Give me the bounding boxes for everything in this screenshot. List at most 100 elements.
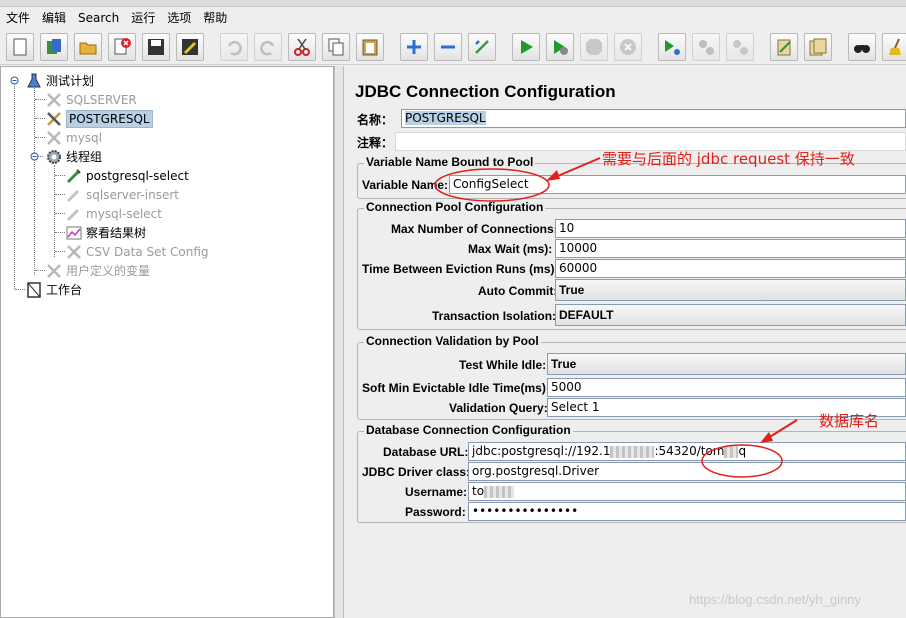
menu-options[interactable]: 选项 <box>161 7 197 29</box>
start-no-pauses-button[interactable] <box>546 33 574 61</box>
soft-min-idle-field[interactable]: 5000 <box>547 378 906 397</box>
menu-file[interactable]: 文件 <box>0 7 36 29</box>
stop-button[interactable] <box>580 33 608 61</box>
wrench-icon <box>65 243 83 261</box>
max-connections-field[interactable]: 10 <box>555 219 906 238</box>
tree-node-test-plan[interactable]: 测试计划 <box>25 71 94 90</box>
tree-node-label: 线程组 <box>66 150 103 164</box>
tree-node-label: SQLSERVER <box>66 92 137 107</box>
remote-start-icon <box>665 40 680 55</box>
tree-node-sqlserver-insert[interactable]: sqlserver-insert <box>65 185 179 204</box>
watermark: https://blog.csdn.net/yh_ginny <box>689 592 862 607</box>
menu-run[interactable]: 运行 <box>125 7 161 29</box>
max-wait-label: Max Wait (ms): <box>468 242 553 256</box>
tree-node-user-vars[interactable]: 用户定义的变量 <box>45 261 150 280</box>
paste-icon <box>362 39 378 56</box>
cut-button[interactable] <box>288 33 316 61</box>
database-url-field[interactable]: jdbc:postgresql://192.1:54320/tom q <box>468 442 906 461</box>
variable-name-label: Variable Name: <box>362 178 449 192</box>
save-as-icon <box>182 39 198 55</box>
paste-button[interactable] <box>356 33 384 61</box>
shutdown-button[interactable] <box>614 33 642 61</box>
eviction-runs-field[interactable]: 60000 <box>555 259 906 278</box>
tree-node-thread-group[interactable]: 线程组 <box>45 147 102 166</box>
menu-search[interactable]: Search <box>72 7 125 29</box>
toggle-icon <box>475 40 489 54</box>
username-field[interactable]: to <box>468 482 906 501</box>
tree-node-label: 用户定义的变量 <box>66 264 151 278</box>
graph-icon <box>65 224 83 242</box>
tree-node-mysql[interactable]: mysql <box>45 128 102 147</box>
remote-stop-icon <box>699 40 714 55</box>
clear-all-button[interactable] <box>804 33 832 61</box>
broom-icon <box>889 38 901 55</box>
search-button[interactable] <box>848 33 876 61</box>
tree-expand-handle[interactable] <box>30 152 39 161</box>
open-icon <box>79 42 97 55</box>
test-plan-tree[interactable]: 测试计划 SQLSERVER POSTGRESQL mysql 线程组 post… <box>0 66 334 618</box>
close-icon <box>114 38 131 55</box>
tree-node-label: postgresql-select <box>86 168 189 183</box>
variable-name-field[interactable]: ConfigSelect <box>449 175 906 194</box>
password-label: Password: <box>405 505 466 519</box>
redo-button[interactable] <box>254 33 282 61</box>
tree-node-result-tree[interactable]: 察看结果树 <box>65 223 146 242</box>
copy-button[interactable] <box>322 33 350 61</box>
shutdown-icon <box>620 39 636 55</box>
reset-search-button[interactable] <box>882 33 906 61</box>
tree-connector <box>35 137 45 138</box>
transaction-isolation-select[interactable]: DEFAULT <box>555 304 906 326</box>
test-while-idle-select[interactable]: True <box>547 353 906 375</box>
username-label: Username: <box>405 485 468 499</box>
save-as-button[interactable] <box>176 33 204 61</box>
tree-node-csv-config[interactable]: CSV Data Set Config <box>65 242 209 261</box>
database-url-text: jdbc:postgresql://192.1 <box>472 444 611 458</box>
max-wait-field[interactable]: 10000 <box>555 239 906 258</box>
toggle-button[interactable] <box>468 33 496 61</box>
redacted-text <box>484 485 515 498</box>
name-label: 名称： <box>357 113 394 127</box>
close-button[interactable] <box>108 33 136 61</box>
binoculars-icon <box>854 45 870 53</box>
expand-button[interactable] <box>400 33 428 61</box>
tree-node-postgresql[interactable]: POSTGRESQL <box>45 109 153 128</box>
tree-node-mysql-select[interactable]: mysql-select <box>65 204 162 223</box>
undo-button[interactable] <box>220 33 248 61</box>
name-value: POSTGRESQL <box>405 111 486 125</box>
driver-class-field[interactable]: org.postgresql.Driver <box>468 462 906 481</box>
tree-connector <box>35 118 45 119</box>
collapse-button[interactable] <box>434 33 462 61</box>
annotation-db-note: 数据库名 <box>819 412 880 430</box>
menu-edit[interactable]: 编辑 <box>36 7 72 29</box>
tree-node-postgresql-select[interactable]: postgresql-select <box>65 166 189 185</box>
tree-connector <box>55 194 65 195</box>
driver-class-label: JDBC Driver class: <box>362 465 471 479</box>
pipette-icon <box>65 186 83 204</box>
tree-connector <box>55 251 65 252</box>
new-button[interactable] <box>6 33 34 61</box>
group-title: Database Connection Configuration <box>364 423 573 437</box>
start-button[interactable] <box>512 33 540 61</box>
remote-start-button[interactable] <box>658 33 686 61</box>
tree-node-workbench[interactable]: 工作台 <box>25 280 82 299</box>
name-field[interactable]: POSTGRESQL <box>401 109 906 128</box>
templates-icon <box>47 39 61 54</box>
tree-connector <box>34 83 35 275</box>
remote-shutdown-button[interactable] <box>726 33 754 61</box>
password-field[interactable]: ••••••••••••••• <box>468 502 906 521</box>
expand-icon <box>407 40 421 54</box>
tree-node-label: mysql <box>66 130 102 145</box>
auto-commit-select[interactable]: True <box>555 279 906 301</box>
save-button[interactable] <box>142 33 170 61</box>
workbench-icon <box>25 281 43 299</box>
remote-stop-button[interactable] <box>692 33 720 61</box>
templates-button[interactable] <box>40 33 68 61</box>
tree-node-label: 察看结果树 <box>86 226 147 240</box>
tree-node-label: sqlserver-insert <box>86 187 179 202</box>
open-button[interactable] <box>74 33 102 61</box>
tree-node-sqlserver[interactable]: SQLSERVER <box>45 90 137 109</box>
panel-splitter[interactable] <box>334 66 344 618</box>
clear-button[interactable] <box>770 33 798 61</box>
menu-help[interactable]: 帮助 <box>197 7 233 29</box>
tree-expand-handle[interactable] <box>10 76 19 85</box>
